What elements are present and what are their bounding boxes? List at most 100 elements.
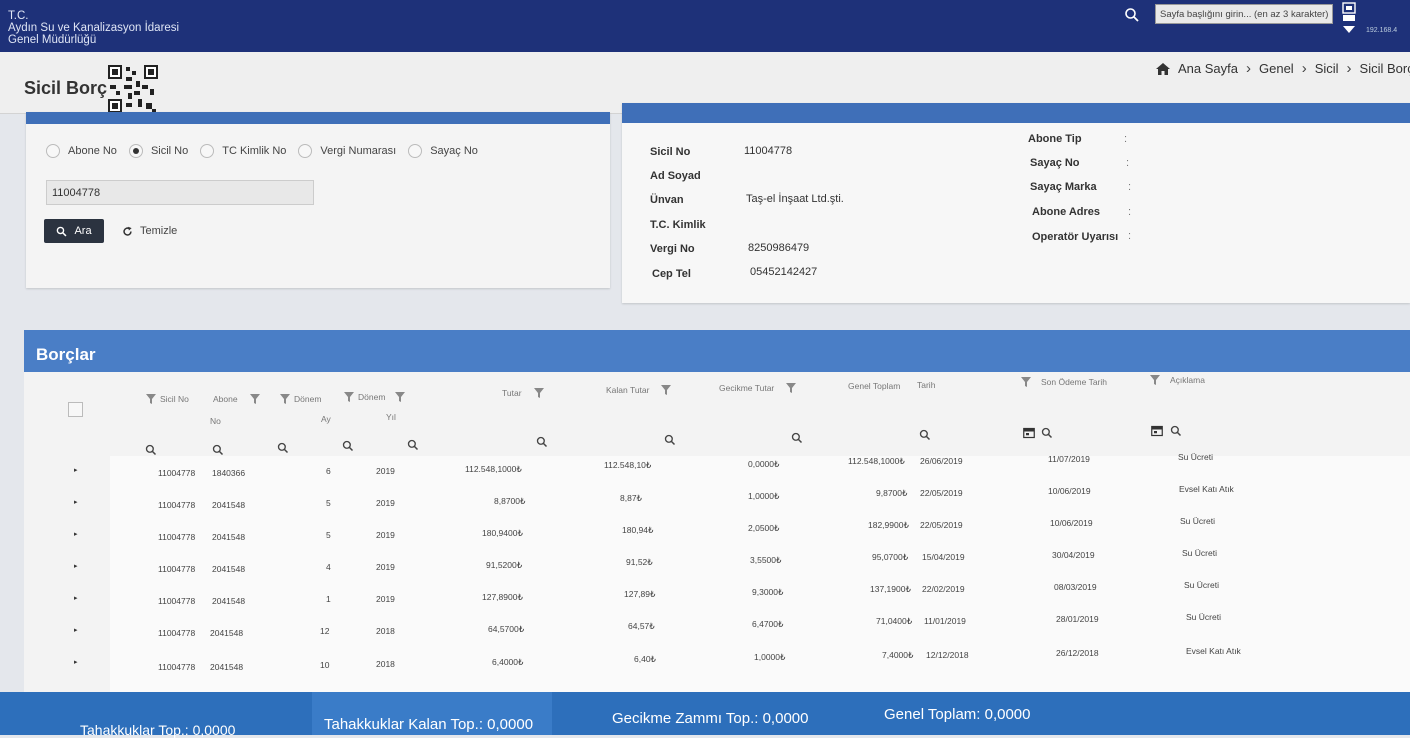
column-label: No: [210, 416, 221, 426]
cell-genel-toplam: 112.548,1000₺: [848, 456, 905, 466]
column-header-tutar[interactable]: Tutar: [502, 388, 544, 398]
grid-header: Sicil No Abone No Dönem Ay Dönem Yıl Tut…: [24, 372, 1410, 426]
search-icon[interactable]: [1170, 425, 1182, 437]
search-icon[interactable]: [664, 434, 676, 446]
radio-sicil-no[interactable]: Sicil No: [128, 144, 188, 158]
colon: :: [1128, 230, 1132, 242]
table-row[interactable]: ▸ 11004778 2041548 10 2018 6,4000₺ 6,40₺…: [74, 646, 1410, 680]
cell-genel-toplam: 137,1900₺: [870, 584, 911, 594]
search-icon[interactable]: [342, 440, 354, 452]
total-tahakkuk-kalan: Tahakkuklar Kalan Top.: 0,0000: [324, 716, 534, 733]
column-header-genel-toplam[interactable]: Genel Toplam: [848, 381, 900, 391]
expand-row-icon[interactable]: ▸: [74, 466, 78, 474]
cell-kalan-tutar: 180,94₺: [622, 525, 654, 535]
cell-gecikme-tutar: 9,3000₺: [752, 587, 784, 597]
page-title: Sicil Borç: [24, 78, 108, 98]
chevron-right-icon: ›: [1246, 60, 1251, 77]
cell-son-odeme-tarih: 10/06/2019: [1050, 518, 1093, 528]
expand-row-icon[interactable]: ▸: [74, 562, 78, 570]
breadcrumb-home[interactable]: Ana Sayfa: [1178, 61, 1238, 76]
breadcrumb-genel[interactable]: Genel: [1259, 61, 1294, 76]
column-header-sicil-no[interactable]: Sicil No: [146, 394, 189, 404]
column-header-donem-yil[interactable]: Dönem: [344, 392, 406, 402]
column-header-donem-ay[interactable]: Dönem: [280, 394, 321, 404]
radio-button[interactable]: [298, 144, 313, 158]
search-icon: [57, 226, 67, 237]
expand-row-icon[interactable]: ▸: [74, 626, 78, 634]
search-icon[interactable]: [1041, 427, 1053, 439]
page-search-input[interactable]: Sayfa başlığını girin... (en az 3 karakt…: [1155, 4, 1333, 24]
search-icon[interactable]: [145, 444, 157, 456]
info-label-sicil-no: Sicil No: [650, 146, 691, 158]
column-header-tarih[interactable]: Tarih: [917, 380, 935, 390]
filter-funnel-icon[interactable]: [395, 392, 406, 402]
cell-gecikme-tutar: 1,0000₺: [754, 652, 786, 662]
column-header-abone-no[interactable]: Abone: [213, 394, 260, 404]
search-button-label: Ara: [74, 225, 92, 237]
calendar-icon[interactable]: [1023, 427, 1035, 439]
search-button[interactable]: Ara: [44, 219, 104, 243]
cell-aciklama: Evsel Katı Atık: [1186, 646, 1241, 656]
filter-funnel-icon[interactable]: [146, 394, 156, 404]
cell-donem-ay: 4: [326, 562, 331, 572]
column-label: Son Ödeme Tarih: [1041, 377, 1107, 387]
search-icon[interactable]: [791, 432, 803, 444]
select-all-checkbox[interactable]: [68, 402, 83, 417]
table-row[interactable]: ▸ 11004778 2041548 5 2019 8,8700₺ 8,87₺ …: [74, 484, 1410, 520]
search-icon[interactable]: [277, 442, 289, 454]
user-menu-icon[interactable]: [1340, 2, 1358, 36]
cell-aciklama: Su Ücreti: [1186, 612, 1221, 622]
column-header-son-odeme-tarih[interactable]: Son Ödeme Tarih: [1021, 377, 1107, 387]
breadcrumb-sicil[interactable]: Sicil: [1315, 61, 1339, 76]
cell-sicil-no: 11004778: [158, 468, 196, 478]
radio-button-selected[interactable]: [128, 144, 143, 158]
search-icon[interactable]: [212, 444, 224, 456]
column-label: Gecikme Tutar: [719, 383, 775, 393]
expand-row-icon[interactable]: ▸: [74, 530, 78, 538]
radio-button[interactable]: [46, 144, 60, 158]
filter-funnel-icon[interactable]: [1150, 375, 1160, 385]
calendar-icon[interactable]: [1151, 425, 1163, 437]
radio-button[interactable]: [200, 144, 215, 158]
expand-row-icon[interactable]: ▸: [74, 658, 78, 666]
filter-funnel-icon[interactable]: [661, 385, 672, 395]
filter-funnel-icon[interactable]: [280, 394, 290, 404]
radio-tc-kimlik-no[interactable]: TC Kimlik No: [200, 144, 286, 158]
search-icon[interactable]: [919, 429, 931, 441]
search-icon[interactable]: [407, 439, 419, 451]
radio-vergi-numarasi[interactable]: Vergi Numarası: [298, 144, 396, 158]
column-header-kalan-tutar[interactable]: Kalan Tutar: [606, 385, 672, 395]
cell-tutar: 127,8900₺: [482, 592, 523, 602]
table-row[interactable]: ▸ 11004778 2041548 12 2018 64,5700₺ 64,5…: [74, 612, 1410, 648]
org-line-3: Genel Müdürlüğü: [8, 34, 97, 46]
info-value-sicil-no: 11004778: [744, 145, 793, 157]
search-icon[interactable]: [536, 436, 548, 448]
filter-funnel-icon[interactable]: [786, 383, 797, 393]
info-label-abone-tip: Abone Tip: [1028, 133, 1082, 145]
filter-funnel-icon[interactable]: [1021, 377, 1031, 387]
cell-aciklama: Su Ücreti: [1180, 516, 1215, 526]
radio-label: Abone No: [68, 145, 117, 157]
column-header-gecikme-tutar[interactable]: Gecikme Tutar: [719, 383, 797, 393]
filter-value-input[interactable]: [46, 180, 314, 205]
cell-genel-toplam: 95,0700₺: [872, 552, 909, 562]
filter-funnel-icon[interactable]: [533, 388, 544, 398]
breadcrumb-current: Sicil Borç: [1359, 61, 1410, 76]
debts-grid: Sicil No Abone No Dönem Ay Dönem Yıl Tut…: [24, 372, 1410, 692]
clear-button[interactable]: Temizle: [122, 219, 177, 243]
expand-row-icon[interactable]: ▸: [74, 498, 78, 506]
cell-son-odeme-tarih: 26/12/2018: [1056, 648, 1099, 658]
column-header-aciklama[interactable]: Açıklama: [1150, 375, 1205, 385]
cell-tarih: 15/04/2019: [922, 552, 965, 562]
radio-sayac-no[interactable]: Sayaç No: [408, 144, 478, 158]
colon: :: [1128, 181, 1132, 193]
radio-button[interactable]: [408, 144, 423, 158]
radio-abone-no[interactable]: Abone No: [46, 144, 117, 158]
expand-row-icon[interactable]: ▸: [74, 594, 78, 602]
search-icon[interactable]: [1124, 7, 1140, 23]
cell-gecikme-tutar: 3,5500₺: [750, 555, 782, 565]
cell-gecikme-tutar: 1,0000₺: [748, 491, 780, 501]
cell-son-odeme-tarih: 08/03/2019: [1054, 582, 1097, 592]
filter-funnel-icon[interactable]: [344, 392, 354, 402]
filter-funnel-icon[interactable]: [249, 394, 260, 404]
